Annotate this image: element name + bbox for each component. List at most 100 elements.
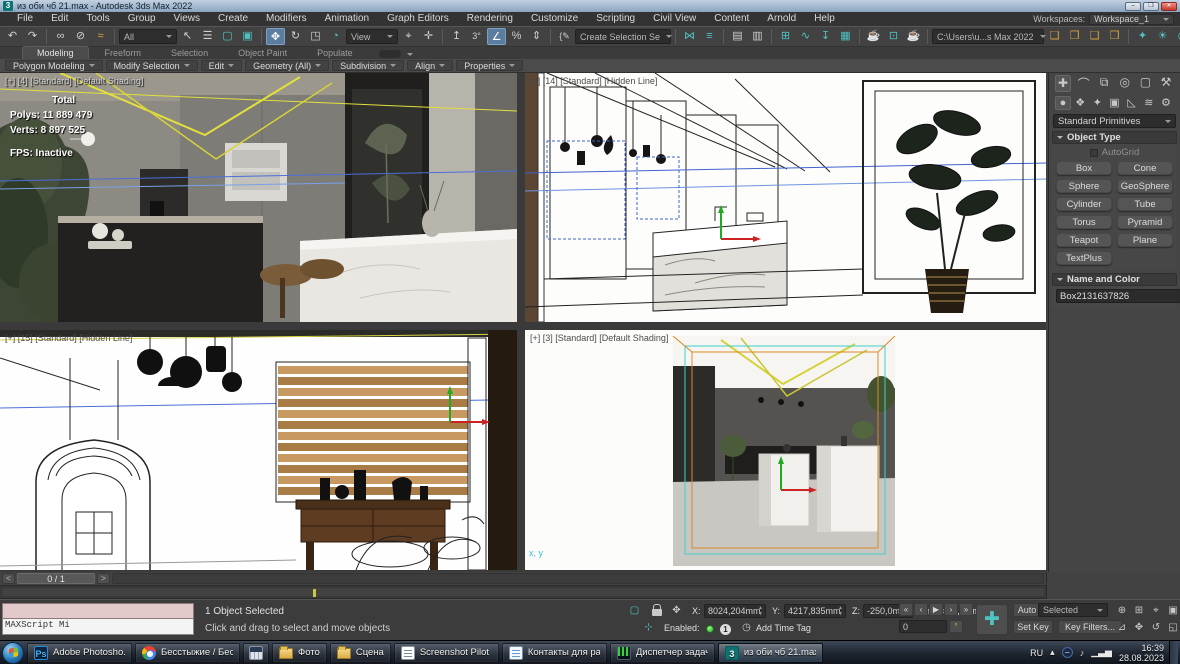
lights-category-icon[interactable]: ✦ — [1089, 96, 1105, 110]
viewport-top-right[interactable]: [+] [14] [Standard] [Hidden Line] — [525, 73, 1046, 322]
angle-snap-icon[interactable]: ∠ — [487, 28, 506, 45]
geosphere-button[interactable]: GeoSphere — [1117, 179, 1173, 193]
project-folder-icon-2[interactable]: ❐ — [1065, 28, 1084, 45]
project-path-dropdown[interactable]: C:\Users\u...s Max 2022 — [932, 29, 1046, 44]
render-setup-icon[interactable]: ☕ — [864, 28, 883, 45]
next-frame-arrow[interactable]: > — [97, 573, 110, 584]
notification-count-badge[interactable]: 1 — [720, 624, 731, 635]
primitive-category-dropdown[interactable]: Standard Primitives — [1053, 114, 1176, 128]
ribbon-subdivision[interactable]: Subdivision — [332, 60, 405, 71]
ribbon-modify-selection[interactable]: Modify Selection — [105, 60, 198, 71]
shapes-category-icon[interactable]: ❖ — [1072, 96, 1088, 110]
taskbar-item-browser[interactable]: Бесстыжие / Бес... — [135, 642, 240, 663]
menu-arnold[interactable]: Arnold — [758, 12, 805, 26]
menu-graph-editors[interactable]: Graph Editors — [378, 12, 458, 26]
teapot-button[interactable]: Teapot — [1056, 233, 1112, 247]
set-key-button[interactable]: Set Key — [1013, 620, 1053, 634]
restore-icon[interactable]: ❐ — [1143, 1, 1159, 11]
box-button[interactable]: Box — [1056, 161, 1112, 175]
maximize-viewport-icon[interactable]: ◱ — [1165, 620, 1180, 635]
maxscript-field[interactable]: MAXScript Mi — [2, 619, 194, 635]
selection-region-icon[interactable]: ▢ — [626, 604, 643, 619]
bind-to-space-warp-icon[interactable]: ≈ — [91, 28, 110, 45]
layer-explorer-icon[interactable]: ▥ — [748, 28, 767, 45]
viewport-bottom-left[interactable]: [+] [15] [Standard] [Hidden Line] — [0, 330, 517, 570]
selected-keys-dropdown[interactable]: Selected — [1038, 603, 1108, 617]
viewport-label[interactable]: [+] [15] [Standard] [Hidden Line] — [5, 333, 132, 343]
network-signal-icon[interactable]: ▁▃▅ — [1091, 647, 1112, 658]
taskbar-item-task-manager[interactable]: Диспетчер задач ... — [609, 642, 715, 663]
ribbon-toggle-icon[interactable]: ⊞ — [776, 28, 795, 45]
create-light-icon[interactable]: ✦ — [1133, 28, 1152, 45]
name-color-rollout-header[interactable]: Name and Color — [1052, 273, 1177, 286]
viewport-label[interactable]: [+] [4] [Standard] [Default Shading] — [5, 76, 143, 86]
ribbon-tab-populate[interactable]: Populate — [303, 47, 367, 59]
menu-file[interactable]: File — [8, 12, 42, 26]
keyboard-override-icon[interactable]: ↥ — [447, 28, 466, 45]
tray-app-icon[interactable]: – — [1061, 647, 1073, 658]
cylinder-button[interactable]: Cylinder — [1056, 197, 1112, 211]
plane-button[interactable]: Plane — [1117, 233, 1173, 247]
taskbar-item-scene-folder[interactable]: Сцена — [329, 642, 391, 663]
y-coordinate-field[interactable]: 4217,835mm ▲ ▼ — [784, 604, 846, 618]
create-camera-icon[interactable]: ◉ — [1173, 28, 1180, 45]
cone-button[interactable]: Cone — [1117, 161, 1173, 175]
maxscript-mini-listener[interactable]: MAXScript Mi — [2, 603, 194, 635]
orbit-icon[interactable]: ↺ — [1148, 620, 1164, 635]
time-tag-clock-icon[interactable]: ◷ — [738, 621, 755, 636]
menu-modifiers[interactable]: Modifiers — [257, 12, 316, 26]
ribbon-tab-freeform[interactable]: Freeform — [91, 47, 156, 59]
create-tab-icon[interactable]: ✚ — [1055, 75, 1071, 92]
select-and-move-icon[interactable]: ✥ — [266, 28, 285, 45]
snaps-toggle-icon[interactable]: 3° — [467, 28, 486, 45]
motion-tab-icon[interactable]: ◎ — [1117, 75, 1133, 92]
selection-filter-dropdown[interactable]: All — [119, 29, 177, 44]
curve-editor-icon[interactable]: ∿ — [796, 28, 815, 45]
project-folder-icon-4[interactable]: ❒ — [1105, 28, 1124, 45]
taskbar-item-contacts[interactable]: Контакты для ра... — [501, 642, 607, 663]
absolute-mode-icon[interactable]: ✥ — [668, 604, 685, 619]
torus-button[interactable]: Torus — [1056, 215, 1112, 229]
named-selection-dropdown[interactable]: Create Selection Se — [575, 29, 673, 44]
window-crossing-icon[interactable]: ▣ — [238, 28, 257, 45]
key-filters-button[interactable]: Key Filters... — [1058, 620, 1122, 634]
key-tick[interactable] — [313, 589, 316, 597]
field-of-view-icon[interactable]: ⊿ — [1114, 620, 1130, 635]
taskbar-clock[interactable]: 16:39 28.08.2023 — [1119, 643, 1164, 663]
spacewarps-category-icon[interactable]: ≋ — [1141, 96, 1157, 110]
align-icon[interactable]: ≡ — [700, 28, 719, 45]
select-and-link-icon[interactable]: ∞ — [51, 28, 70, 45]
show-desktop-button[interactable] — [1169, 640, 1178, 664]
set-keys-button[interactable]: ✚ — [976, 604, 1008, 635]
helpers-category-icon[interactable]: ◺ — [1124, 96, 1140, 110]
ribbon-align[interactable]: Align — [407, 60, 454, 71]
menu-civil-view[interactable]: Civil View — [644, 12, 705, 26]
modify-tab-icon[interactable]: ⌒ — [1076, 75, 1092, 92]
object-type-rollout-header[interactable]: Object Type — [1052, 131, 1177, 144]
zoom-extents-icon[interactable]: ⌖ — [1148, 603, 1164, 618]
hidden-icons-arrow[interactable]: ▴ — [1050, 647, 1055, 658]
percent-snap-icon[interactable]: % — [507, 28, 526, 45]
utilities-tab-icon[interactable]: ⚒ — [1158, 75, 1174, 92]
menu-content[interactable]: Content — [705, 12, 758, 26]
go-to-start-icon[interactable]: « — [899, 603, 913, 616]
use-pivot-point-icon[interactable]: ⌖ — [399, 28, 418, 45]
reference-coordinate-dropdown[interactable]: View — [346, 29, 398, 44]
start-button[interactable] — [2, 641, 24, 664]
spinner-snap-icon[interactable]: ⇕ — [527, 28, 546, 45]
macro-recorder-field[interactable] — [2, 603, 194, 619]
menu-animation[interactable]: Animation — [316, 12, 378, 26]
ribbon-tab-object-paint[interactable]: Object Paint — [224, 47, 301, 59]
next-frame-icon[interactable]: › — [944, 603, 958, 616]
time-slider-track[interactable] — [112, 573, 1044, 584]
undo-icon[interactable]: ↶ — [3, 28, 22, 45]
menu-customize[interactable]: Customize — [522, 12, 587, 26]
select-object-icon[interactable]: ↖ — [178, 28, 197, 45]
previous-frame-icon[interactable]: ‹ — [914, 603, 928, 616]
prev-frame-arrow[interactable]: < — [2, 573, 15, 584]
viewport-label[interactable]: [+] [14] [Standard] [Hidden Line] — [530, 76, 657, 86]
volume-icon[interactable]: ♪ — [1080, 648, 1085, 658]
viewport-label[interactable]: [+] [3] [Standard] [Default Shading] — [530, 333, 668, 343]
track-bar[interactable] — [0, 585, 1046, 599]
create-sun-icon[interactable]: ☀ — [1153, 28, 1172, 45]
